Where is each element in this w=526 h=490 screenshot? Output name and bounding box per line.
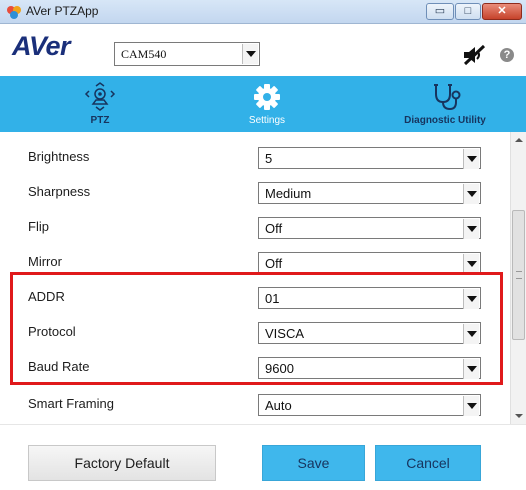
save-button[interactable]: Save (262, 445, 365, 481)
tab-ptz[interactable]: PTZ (60, 76, 140, 132)
select-value: Auto (265, 398, 292, 413)
scroll-thumb[interactable] (512, 210, 525, 340)
addr-select[interactable]: 01 (258, 287, 481, 309)
chevron-down-icon[interactable] (463, 396, 479, 416)
select-value: Medium (265, 186, 312, 201)
app-icon (7, 6, 21, 19)
setting-row-baud-rate: Baud Rate 9600 (0, 348, 510, 383)
select-value: 01 (265, 291, 280, 306)
help-icon[interactable]: ? (500, 48, 514, 62)
nav-bar: PTZ Settings Diagnostic Utility (0, 76, 526, 132)
close-button[interactable]: ✕ (482, 3, 522, 20)
tab-ptz-label: PTZ (90, 115, 110, 126)
aver-logo: AVer (12, 31, 71, 61)
tab-settings[interactable]: Settings (222, 76, 312, 132)
brightness-select[interactable]: 5 (258, 147, 481, 169)
chevron-down-icon[interactable] (463, 254, 479, 274)
vertical-scrollbar[interactable] (510, 132, 526, 424)
select-value: VISCA (265, 326, 305, 341)
smart-framing-select[interactable]: Auto (258, 394, 481, 416)
tab-settings-label: Settings (248, 115, 286, 126)
chevron-down-icon[interactable] (463, 149, 479, 169)
setting-row-protocol: Protocol VISCA (0, 313, 510, 348)
speaker-muted-icon[interactable] (462, 44, 486, 66)
chevron-down-icon[interactable] (463, 219, 479, 239)
ptz-camera-icon (84, 82, 116, 111)
window-title: AVer PTZApp (26, 4, 99, 18)
setting-label: Flip (28, 219, 49, 234)
chevron-down-icon[interactable] (463, 289, 479, 309)
setting-row-mirror: Mirror Off (0, 243, 510, 278)
chevron-down-icon[interactable] (463, 324, 479, 344)
setting-label: Smart Framing (28, 396, 114, 411)
tab-diagnostic-utility[interactable]: Diagnostic Utility (380, 76, 510, 132)
setting-label: Protocol (28, 324, 76, 339)
scroll-down-arrow-icon[interactable] (511, 408, 526, 424)
chevron-down-icon[interactable] (242, 44, 258, 64)
scroll-up-arrow-icon[interactable] (511, 132, 526, 148)
setting-label: Brightness (28, 149, 90, 164)
stethoscope-icon (434, 84, 461, 111)
gear-icon (254, 84, 280, 110)
toolbar (0, 24, 526, 68)
camera-select-value: CAM540 (121, 47, 167, 61)
sharpness-select[interactable]: Medium (258, 182, 481, 204)
select-value: Off (265, 256, 283, 271)
minimize-button[interactable]: ▭ (426, 3, 454, 20)
setting-label: Sharpness (28, 184, 91, 199)
cancel-button[interactable]: Cancel (375, 445, 481, 481)
select-value: 5 (265, 151, 273, 166)
chevron-down-icon[interactable] (463, 359, 479, 379)
camera-select[interactable]: CAM540 (114, 42, 260, 66)
select-value: Off (265, 221, 283, 236)
title-bar: AVer PTZApp ▭ □ ✕ (0, 0, 526, 24)
chevron-down-icon[interactable] (463, 184, 479, 204)
tab-diagnostic-utility-label: Diagnostic Utility (404, 115, 486, 126)
setting-label: ADDR (28, 289, 65, 304)
setting-label: Mirror (28, 254, 62, 269)
factory-default-button[interactable]: Factory Default (28, 445, 216, 481)
setting-label: Baud Rate (28, 359, 90, 374)
baud-rate-select[interactable]: 9600 (258, 357, 481, 379)
setting-row-flip: Flip Off (0, 208, 510, 243)
select-value: 9600 (265, 361, 294, 376)
setting-row-addr: ADDR 01 (0, 278, 510, 313)
grip-icon (516, 271, 522, 279)
setting-row-sharpness: Sharpness Medium (0, 173, 510, 208)
mirror-select[interactable]: Off (258, 252, 481, 274)
maximize-button[interactable]: □ (455, 3, 481, 20)
protocol-select[interactable]: VISCA (258, 322, 481, 344)
setting-row-smart-framing: Smart Framing Auto (0, 385, 510, 420)
flip-select[interactable]: Off (258, 217, 481, 239)
settings-list: Brightness 5 Sharpness Medium Flip Off M… (0, 132, 510, 424)
setting-row-brightness: Brightness 5 (0, 138, 510, 173)
